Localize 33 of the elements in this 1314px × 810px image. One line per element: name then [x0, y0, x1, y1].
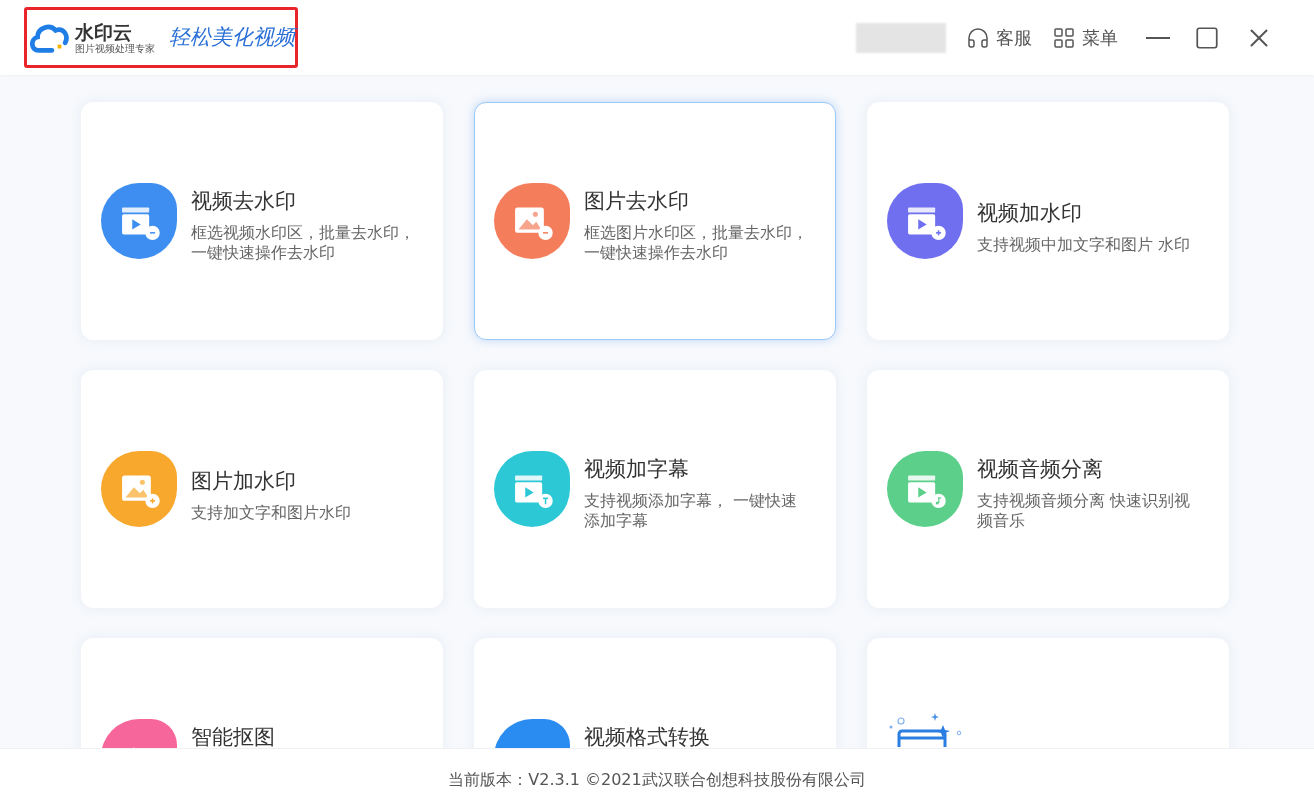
version-copyright: 当前版本：V2.3.1 ©2021武汉联合创想科技股份有限公司 — [448, 768, 866, 791]
tool-card[interactable]: 视频加字幕 支持视频添加字幕， 一键快速添加字幕 — [474, 370, 836, 608]
logo-tagline: 图片视频处理专家 — [75, 42, 155, 55]
maximize-button[interactable] — [1194, 24, 1220, 51]
card-description: 支持视频中加文字和图片 水印 — [977, 235, 1192, 255]
card-description: 支持视频音频分离 快速识别视频音乐 — [977, 491, 1192, 531]
card-title: 视频加水印 — [977, 201, 1083, 225]
card-description: 支持加文字和图片水印 — [191, 503, 352, 523]
card-title: 视频音频分离 — [977, 457, 1104, 481]
minimize-button[interactable] — [1146, 36, 1170, 39]
minimize-icon — [1146, 36, 1170, 39]
card-title: 视频格式转换 — [584, 725, 710, 748]
card-description: 支持视频添加字幕， 一键快速添加字幕 — [584, 491, 799, 531]
card-title: 图片去水印 — [584, 189, 690, 213]
tool-card[interactable]: 视频加水印 支持视频中加文字和图片 水印 — [867, 102, 1229, 340]
support-button[interactable]: 客服 — [966, 24, 1032, 51]
grid-icon — [1052, 25, 1076, 50]
card-title: 视频去水印 — [191, 189, 297, 213]
headset-icon — [966, 25, 990, 50]
tool-card[interactable]: 智能抠图 — [81, 638, 443, 748]
card-description: 框选视频水印区，批量去水印，一键快速操作去水印 — [191, 223, 416, 263]
menu-button[interactable]: 菜单 — [1052, 24, 1118, 51]
card-title: 图片加水印 — [191, 469, 297, 493]
tool-card[interactable]: 图片加水印 支持加文字和图片水印 — [81, 370, 443, 608]
tool-card[interactable]: 视频格式转换 — [474, 638, 836, 748]
maximize-icon — [1194, 24, 1220, 51]
card-title: 视频加字幕 — [584, 457, 690, 481]
card-title: 智能抠图 — [191, 725, 275, 748]
tool-card[interactable]: 图片去水印 框选图片水印区，批量去水印，一键快速操作去水印 — [474, 102, 836, 340]
tool-card[interactable]: 视频音频分离 支持视频音频分离 快速识别视频音乐 — [867, 370, 1229, 608]
card-description: 框选图片水印区，批量去水印，一键快速操作去水印 — [584, 223, 809, 263]
logo-name: 水印云 — [75, 20, 133, 43]
tool-card[interactable]: 视频去水印 框选视频水印区，批量去水印，一键快速操作去水印 — [81, 102, 443, 340]
